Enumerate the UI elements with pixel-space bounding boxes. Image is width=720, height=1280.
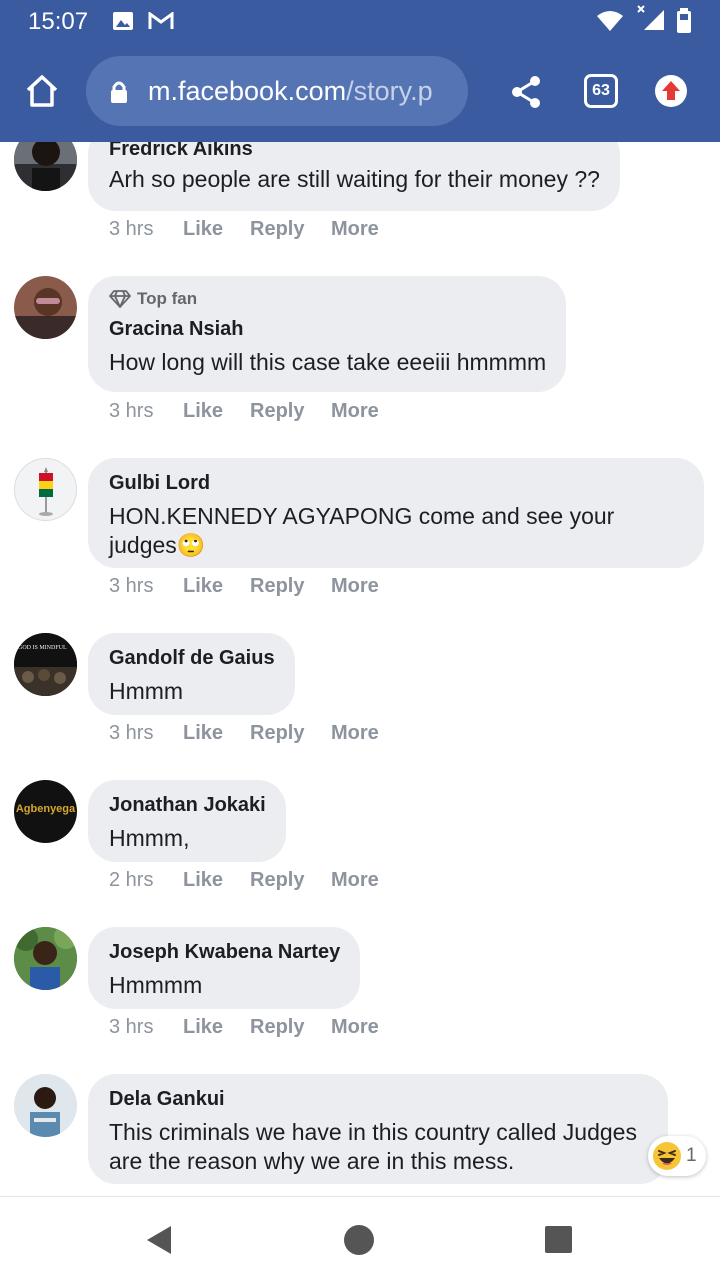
url-bar[interactable]: m.facebook.com/story.p	[86, 56, 468, 126]
avatar[interactable]	[14, 1074, 77, 1137]
avatar[interactable]	[14, 458, 77, 521]
commenter-name[interactable]: Gulbi Lord	[109, 470, 684, 496]
reaction-badge[interactable]: 1	[648, 1136, 706, 1176]
like-button[interactable]: Like	[183, 722, 223, 745]
more-button[interactable]: More	[331, 722, 379, 745]
comment-bubble: Gandolf de Gaius Hmmm	[88, 633, 295, 715]
comment-time[interactable]: 3 hrs	[109, 722, 153, 745]
comment-bubble: Top fan Gracina Nsiah How long will this…	[88, 276, 567, 392]
commenter-name[interactable]: Fredrick Aikins	[109, 142, 600, 162]
reply-button[interactable]: Reply	[250, 218, 304, 241]
reply-button[interactable]: Reply	[250, 1016, 304, 1039]
comment-text: This criminals we have in this country c…	[109, 1119, 637, 1174]
commenter-name[interactable]: Joseph Kwabena Nartey	[109, 939, 340, 965]
commenter-name[interactable]: Gracina Nsiah	[109, 316, 546, 342]
reply-button[interactable]: Reply	[250, 869, 304, 892]
more-button[interactable]: More	[331, 1016, 379, 1039]
lock-icon	[111, 81, 127, 103]
tab-switcher-button[interactable]: 63	[584, 74, 618, 108]
haha-emoji-icon	[653, 1142, 681, 1170]
back-icon[interactable]	[144, 1224, 174, 1256]
avatar-caption: GOD IS MINDFUL	[18, 645, 67, 651]
avatar[interactable]	[14, 276, 77, 339]
reaction-count: 1	[686, 1145, 697, 1166]
avatar[interactable]: Agbenyega	[14, 780, 77, 843]
rolling-eyes-emoji: 🙄	[176, 532, 206, 558]
comment-bubble: Jonathan Jokaki Hmmm,	[88, 780, 286, 862]
status-time: 15:07	[28, 8, 89, 35]
like-button[interactable]: Like	[183, 218, 223, 241]
reply-button[interactable]: Reply	[250, 722, 304, 745]
diamond-icon	[109, 290, 131, 308]
comment-text: Hmmm,	[109, 825, 190, 851]
commenter-name[interactable]: Jonathan Jokaki	[109, 792, 266, 818]
comment-text: Hmmm	[109, 678, 184, 704]
comment-feed[interactable]: Fredrick Aikins Arh so people are still …	[0, 142, 720, 1196]
status-bar: 15:07	[0, 0, 720, 42]
comment-text: How long will this case take eeeiii hmmm…	[109, 349, 547, 375]
comment-bubble: Dela Gankui This criminals we have in th…	[88, 1074, 668, 1184]
commenter-name[interactable]: Dela Gankui	[109, 1086, 648, 1112]
avatar[interactable]: GOD IS MINDFUL	[14, 633, 77, 696]
url-path: /story.p	[346, 76, 433, 106]
gmail-icon	[148, 12, 174, 29]
wifi-icon	[597, 11, 623, 31]
system-nav-bar	[0, 1196, 720, 1280]
comment-text: Hmmmm	[109, 972, 203, 998]
reply-button[interactable]: Reply	[250, 400, 304, 423]
ghana-flag-icon	[39, 467, 53, 516]
more-button[interactable]: More	[331, 575, 379, 598]
like-button[interactable]: Like	[183, 400, 223, 423]
top-fan-badge: Top fan	[109, 288, 546, 310]
reply-button[interactable]: Reply	[250, 575, 304, 598]
comment-time[interactable]: 3 hrs	[109, 1016, 153, 1039]
like-button[interactable]: Like	[183, 575, 223, 598]
home-icon[interactable]	[24, 74, 60, 108]
home-nav-icon[interactable]	[342, 1223, 376, 1257]
share-icon[interactable]	[510, 75, 542, 109]
avatar[interactable]	[14, 927, 77, 990]
url-text: m.facebook.com/story.p	[148, 76, 433, 107]
more-button[interactable]: More	[331, 869, 379, 892]
badge-label: Top fan	[137, 289, 198, 308]
comment-time[interactable]: 3 hrs	[109, 575, 153, 598]
more-button[interactable]: More	[331, 218, 379, 241]
more-button[interactable]: More	[331, 400, 379, 423]
comment-bubble: Joseph Kwabena Nartey Hmmmm	[88, 927, 361, 1009]
comment-text: Arh so people are still waiting for thei…	[109, 166, 600, 192]
comment-bubble: Fredrick Aikins Arh so people are still …	[88, 142, 620, 211]
commenter-name[interactable]: Gandolf de Gaius	[109, 645, 275, 671]
avatar-caption: Agbenyega	[15, 803, 76, 815]
comment-bubble: Gulbi Lord HON.KENNEDY AGYAPONG come and…	[88, 458, 704, 568]
recents-icon[interactable]	[544, 1225, 574, 1255]
tab-count: 63	[592, 82, 610, 99]
signal-icon	[637, 5, 664, 30]
avatar[interactable]	[14, 142, 77, 191]
update-icon[interactable]	[654, 74, 688, 108]
comment-time[interactable]: 3 hrs	[109, 218, 153, 241]
like-button[interactable]: Like	[183, 869, 223, 892]
comment-time[interactable]: 3 hrs	[109, 400, 153, 423]
like-button[interactable]: Like	[183, 1016, 223, 1039]
browser-toolbar: m.facebook.com/story.p 63	[0, 42, 720, 142]
battery-icon	[677, 8, 691, 33]
url-host: m.facebook.com	[148, 76, 347, 106]
comment-text: HON.KENNEDY AGYAPONG come and see your j…	[109, 502, 684, 560]
comment-time[interactable]: 2 hrs	[109, 869, 153, 892]
image-icon	[113, 12, 133, 30]
